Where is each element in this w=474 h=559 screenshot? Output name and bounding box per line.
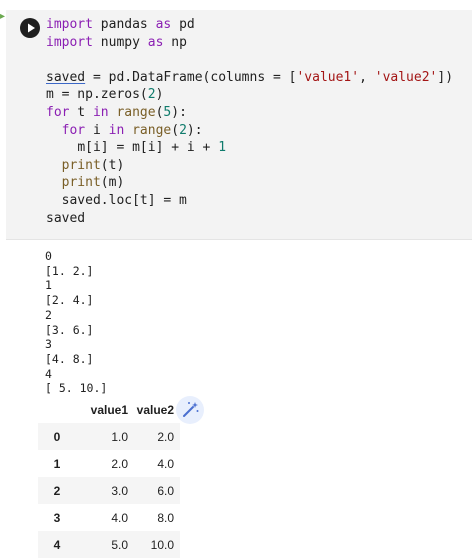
dataframe-table: value1 value2 0 1.0 2.0 1 2.0 4.0 2 3.0 … xyxy=(38,396,180,558)
code-line-7: for i in range(2): xyxy=(61,122,203,138)
table-row: 1 2.0 4.0 xyxy=(38,450,180,477)
code-line-5: m = np.zeros(2) xyxy=(46,87,164,103)
cell-gutter-marker: ▸ xyxy=(0,11,6,22)
code-line-8: m[i] = m[i] + i + 1 xyxy=(77,140,227,156)
table-cell: 2.0 xyxy=(111,456,128,471)
play-icon xyxy=(28,23,35,33)
row-index: 2 xyxy=(53,483,61,498)
warning-underlined-variable: saved xyxy=(46,69,86,85)
cell-stdout-output: 0 [1. 2.] 1 [2. 4.] 2 [3. 6.] 3 [4. 8.] … xyxy=(45,249,108,396)
code-cell[interactable]: import pandas as pd import numpy as np sa… xyxy=(6,10,472,240)
table-cell: 6.0 xyxy=(157,483,174,498)
table-cell: 10.0 xyxy=(150,537,174,552)
run-cell-button[interactable] xyxy=(20,18,40,38)
index-header xyxy=(38,396,76,423)
row-index: 1 xyxy=(53,456,61,471)
table-header-row: value1 value2 xyxy=(38,396,180,423)
column-header: value1 xyxy=(90,402,128,417)
row-index: 4 xyxy=(53,537,61,552)
column-header: value2 xyxy=(136,402,174,417)
row-index: 0 xyxy=(53,429,61,444)
table-cell: 4.0 xyxy=(157,456,174,471)
code-line-9: print(t) xyxy=(61,157,125,173)
table-row: 3 4.0 8.0 xyxy=(38,504,180,531)
code-line-10: print(m) xyxy=(61,175,125,191)
code-line-4: saved = pd.DataFrame(columns = ['value1'… xyxy=(46,69,454,85)
table-row: 0 1.0 2.0 xyxy=(38,423,180,450)
table-cell: 4.0 xyxy=(111,510,128,525)
code-line-6: for t in range(5): xyxy=(46,104,187,120)
table-cell: 5.0 xyxy=(111,537,128,552)
magic-wand-icon xyxy=(183,402,199,417)
code-editor[interactable]: import pandas as pd import numpy as np sa… xyxy=(46,16,453,227)
table-row: 2 3.0 6.0 xyxy=(38,477,180,504)
table-cell: 8.0 xyxy=(157,510,174,525)
suggest-charts-button[interactable] xyxy=(176,396,204,424)
code-line-2: import numpy as np xyxy=(46,34,187,50)
code-line-1: import pandas as pd xyxy=(46,17,195,32)
table-cell: 2.0 xyxy=(157,429,174,444)
table-cell: 1.0 xyxy=(111,429,128,444)
table-cell: 3.0 xyxy=(111,483,128,498)
table-row: 4 5.0 10.0 xyxy=(38,531,180,558)
code-line-12: saved xyxy=(46,210,86,226)
dataframe-output: value1 value2 0 1.0 2.0 1 2.0 4.0 2 3.0 … xyxy=(38,396,180,558)
row-index: 3 xyxy=(53,510,61,525)
code-line-11: saved.loc[t] = m xyxy=(61,192,187,208)
